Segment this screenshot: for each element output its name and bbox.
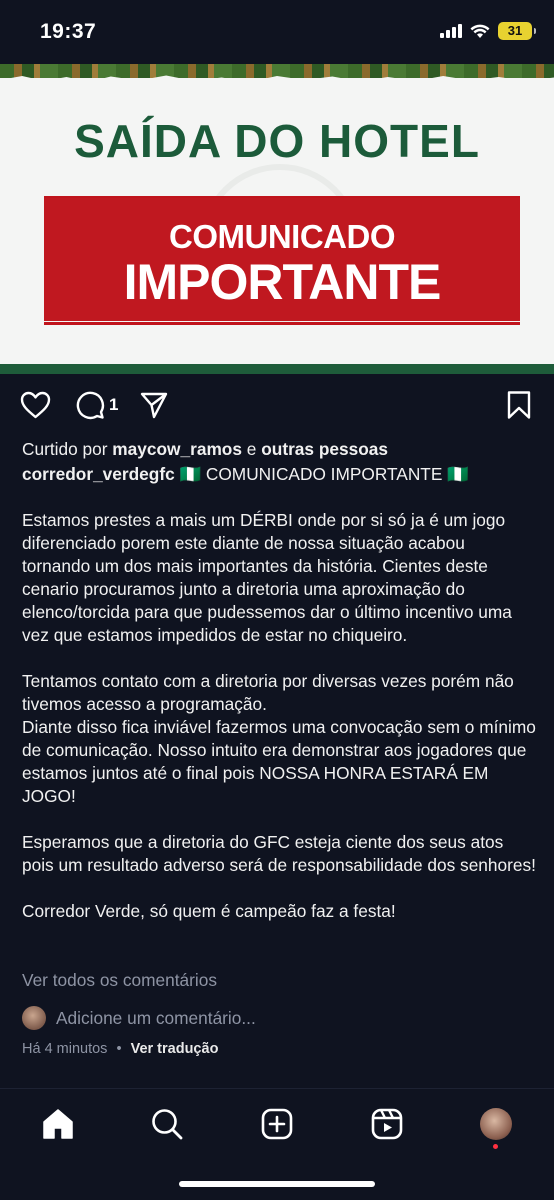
battery-icon: 31 — [498, 22, 536, 40]
banner-rule-bottom — [44, 322, 520, 325]
meta-separator: • — [116, 1041, 122, 1057]
see-translation-link[interactable]: Ver tradução — [131, 1041, 219, 1057]
like-button[interactable] — [20, 388, 51, 422]
caption-paragraph: Tentamos contato com a diretoria por div… — [22, 671, 536, 806]
send-icon — [140, 392, 168, 419]
post-meta: Há 4 minutos • Ver tradução — [22, 1041, 218, 1057]
nav-create[interactable] — [257, 1104, 297, 1144]
caption-header: corredor_verdegfc 🇳🇬 COMUNICADO IMPORTAN… — [22, 463, 537, 486]
caption-paragraph: Esperamos que a diretoria do GFC esteja … — [22, 832, 536, 875]
home-icon — [43, 1109, 73, 1139]
banner-line1: COMUNICADO — [169, 218, 395, 255]
nav-home[interactable] — [38, 1104, 78, 1144]
comment-button[interactable]: 1 — [75, 388, 118, 422]
likes-connector: e — [241, 439, 262, 459]
foliage-strip — [0, 64, 554, 78]
heart-icon — [20, 391, 51, 419]
reels-icon — [371, 1108, 403, 1140]
save-button[interactable] — [506, 388, 532, 422]
status-time: 19:37 — [40, 20, 97, 43]
banner-line2: IMPORTANTE — [123, 254, 442, 310]
image-headline: SAÍDA DO HOTEL — [74, 115, 480, 167]
flag-icon: 🇳🇬 — [447, 464, 469, 484]
nav-search[interactable] — [147, 1104, 187, 1144]
notification-dot — [493, 1144, 498, 1149]
wifi-icon — [470, 24, 490, 38]
bookmark-icon — [507, 391, 531, 419]
search-icon — [152, 1109, 183, 1140]
flag-icon: 🇳🇬 — [179, 464, 202, 484]
green-stripe — [0, 364, 554, 374]
post-timestamp: Há 4 minutos — [22, 1041, 108, 1057]
nav-profile[interactable] — [476, 1104, 516, 1144]
likes-line[interactable]: Curtido por maycow_ramos e outras pessoa… — [22, 438, 537, 461]
view-all-comments-link[interactable]: Ver todos os comentários — [22, 970, 217, 991]
add-comment-row[interactable]: Adicione um comentário... — [22, 1006, 256, 1030]
share-button[interactable] — [139, 388, 169, 422]
create-icon — [261, 1108, 293, 1140]
comment-count: 1 — [109, 395, 119, 414]
caption-title: COMUNICADO IMPORTANTE — [205, 464, 443, 484]
image-banner: COMUNICADO IMPORTANTE — [44, 198, 520, 321]
post-image[interactable]: SAÍDA DO HOTEL COMUNICADO IMPORTANTE — [0, 64, 554, 374]
comment-icon — [76, 391, 105, 420]
caption-paragraph: Estamos prestes a mais um DÉRBI onde por… — [22, 510, 512, 645]
likes-others[interactable]: outras pessoas — [261, 439, 388, 459]
status-bar: 19:37 31 — [0, 0, 554, 64]
likes-prefix: Curtido por — [22, 439, 113, 459]
add-comment-input[interactable]: Adicione um comentário... — [56, 1008, 256, 1029]
caption-username[interactable]: corredor_verdegfc — [22, 464, 175, 484]
caption-paragraph: Corredor Verde, só quem é campeão faz a … — [22, 901, 396, 921]
avatar — [22, 1006, 46, 1030]
profile-avatar — [480, 1108, 512, 1140]
post-caption: Curtido por maycow_ramos e outras pessoa… — [22, 438, 537, 923]
home-indicator — [179, 1181, 375, 1187]
post-action-bar: 1 — [0, 388, 554, 424]
liker-username[interactable]: maycow_ramos — [112, 439, 242, 459]
status-indicators: 31 — [440, 22, 536, 40]
signal-icon — [440, 24, 462, 38]
nav-reels[interactable] — [367, 1104, 407, 1144]
